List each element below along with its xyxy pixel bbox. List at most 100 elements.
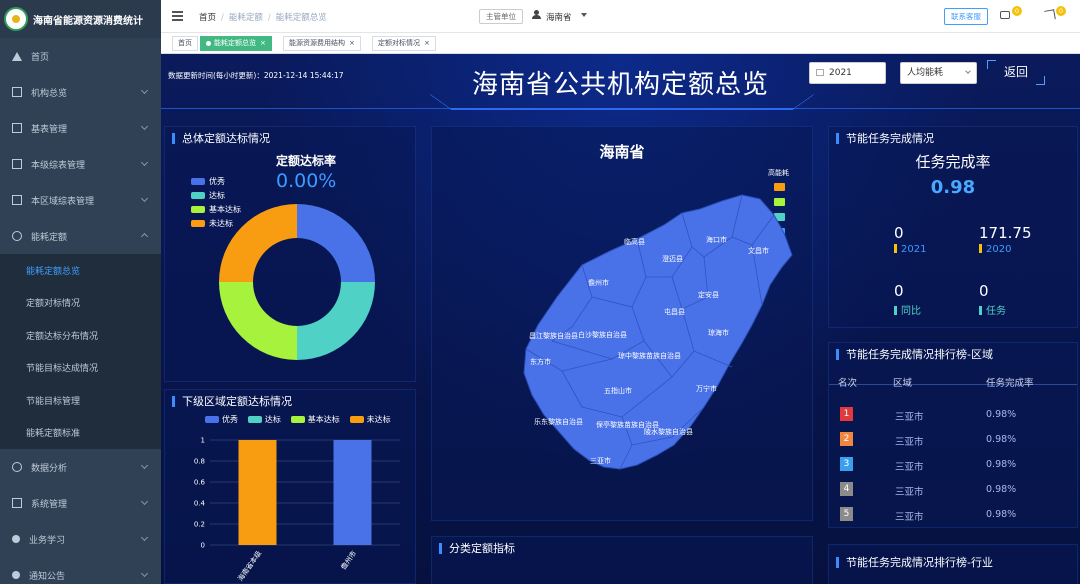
legend-item-excellent[interactable]: 优秀 <box>205 415 238 424</box>
sidebar-item-notice[interactable]: 通知公告 <box>0 557 161 584</box>
donut-slice-达标[interactable] <box>297 282 375 360</box>
donut-slice-优秀[interactable] <box>297 204 375 282</box>
breadcrumb-quota[interactable]: 能耗定额 <box>229 13 263 23</box>
caret-down-icon[interactable] <box>581 13 587 17</box>
sidebar-item-data-analysis[interactable]: 数据分析 <box>0 449 161 485</box>
ranking-header-rate: 任务完成率 <box>986 378 1034 389</box>
metric-select[interactable]: 人均能耗 <box>900 62 977 84</box>
map-region-label[interactable]: 乐东黎族自治县 <box>534 417 583 426</box>
stat-value: 0 <box>894 224 904 242</box>
rank-city: 三亚市 <box>895 462 924 473</box>
task-rate-value: 0.98 <box>930 177 976 198</box>
dashboard-header: 数据更新时间(每小时更新)：2021-12-14 15:44:17 海南省公共机… <box>161 54 1080 109</box>
ranking-row[interactable]: 5 三亚市 0.98% <box>829 502 1077 527</box>
sidebar-item-label: 系统管理 <box>31 499 68 510</box>
ranking-row[interactable]: 2 三亚市 0.98% <box>829 427 1077 452</box>
back-button[interactable]: 返回 <box>987 60 1045 85</box>
bar-legend: 优秀 达标 基本达标 未达标 <box>205 414 398 425</box>
hamburger-menu-icon[interactable] <box>172 11 183 23</box>
sidebar-item-label: 机构总览 <box>31 88 68 99</box>
sidebar-item-energy-quota[interactable]: 能耗定额 <box>0 218 161 254</box>
sidebar-item-learning[interactable]: 业务学习 <box>0 521 161 557</box>
sidebar-item-base-table[interactable]: 基表管理 <box>0 110 161 146</box>
close-icon[interactable]: × <box>349 39 355 47</box>
tab-energy-cost[interactable]: 能源资源费用结构 × <box>283 36 361 51</box>
legend-item-excellent[interactable]: 优秀 <box>191 175 241 189</box>
sidebar-subitem-target-management[interactable]: 节能目标管理 <box>0 384 161 417</box>
send-icon[interactable] <box>1044 10 1054 20</box>
sidebar-item-level-table[interactable]: 本级综表管理 <box>0 146 161 182</box>
tab-home[interactable]: 首页 <box>172 36 198 51</box>
stat-marker <box>894 244 897 253</box>
map-region-label[interactable]: 儋州市 <box>588 278 609 287</box>
map-region-label[interactable]: 五指山市 <box>604 386 632 395</box>
legend-label: 达标 <box>264 415 281 424</box>
panel-title: 总体定额达标情况 <box>172 133 270 144</box>
donut-slice-基本达标[interactable] <box>219 282 297 360</box>
y-tick-label: 0.6 <box>194 479 206 487</box>
sidebar-item-label: 首页 <box>31 52 50 63</box>
map-region-label[interactable]: 三亚市 <box>590 456 611 465</box>
bar-海南省本级-未达标[interactable] <box>238 440 277 545</box>
legend-swatch <box>191 178 205 185</box>
sidebar-item-org-overview[interactable]: 机构总览 <box>0 74 161 110</box>
map-region-label[interactable]: 海口市 <box>706 235 727 244</box>
legend-item-fail[interactable]: 未达标 <box>349 415 391 424</box>
tab-quota-overview[interactable]: 能耗定额总览 × <box>200 36 272 51</box>
breadcrumb-home[interactable]: 首页 <box>199 13 216 23</box>
legend-label: 达标 <box>209 191 225 200</box>
legend-item-basic[interactable]: 基本达标 <box>290 415 340 424</box>
user-name[interactable]: 海南省 <box>546 11 572 23</box>
stat-label-text: 任务 <box>986 306 1006 317</box>
app-logo[interactable]: 海南省能源资源消费统计 <box>0 0 161 38</box>
calendar-icon <box>816 69 824 76</box>
location-icon <box>12 571 20 579</box>
map-region-label[interactable]: 屯昌县 <box>664 307 685 316</box>
legend-label: 基本达标 <box>307 415 340 424</box>
ranking-row[interactable]: 1 三亚市 0.98% <box>829 402 1077 427</box>
sidebar-subitem-quota-standard[interactable]: 能耗定额标准 <box>0 416 161 449</box>
contact-support-button[interactable]: 联系客服 <box>944 8 988 25</box>
map-region-label[interactable]: 澄迈县 <box>662 254 683 263</box>
close-icon[interactable]: × <box>260 39 266 47</box>
x-category-label: 海南省本级 <box>236 549 263 583</box>
sidebar-subitem-quota-overview[interactable]: 能耗定额总览 <box>0 254 161 287</box>
map-region-label[interactable]: 文昌市 <box>748 246 769 255</box>
sidebar-item-region-table[interactable]: 本区域综表管理 <box>0 182 161 218</box>
map-region-label[interactable]: 琼海市 <box>708 328 729 337</box>
map-region-label[interactable]: 琼中黎族苗族自治县 <box>618 351 681 360</box>
industry-ranking-panel: 节能任务完成情况排行榜-行业 <box>828 544 1078 584</box>
x-category-label: 儋州市 <box>339 549 358 571</box>
y-tick-label: 0.4 <box>194 500 206 508</box>
sidebar-subitem-quota-benchmark[interactable]: 定额对标情况 <box>0 286 161 319</box>
map-region-label[interactable]: 东方市 <box>530 357 551 366</box>
tab-quota-benchmark[interactable]: 定额对标情况 × <box>372 36 436 51</box>
sidebar-subitem-target-achievement[interactable]: 节能目标达成情况 <box>0 351 161 384</box>
map-region-label[interactable]: 万宁市 <box>696 384 717 393</box>
grid-icon <box>12 498 22 508</box>
year-select[interactable]: 2021 <box>809 62 886 84</box>
stat-label-text: 2021 <box>901 244 927 255</box>
region-ranking-panel: 节能任务完成情况排行榜-区域 名次 区域 任务完成率 1 三亚市 0.98% 2… <box>828 342 1078 528</box>
sidebar-subitem-quota-distribution[interactable]: 定额达标分布情况 <box>0 319 161 352</box>
close-icon[interactable]: × <box>424 39 430 47</box>
ranking-row[interactable]: 3 三亚市 0.98% <box>829 452 1077 477</box>
legend-item-pass[interactable]: 达标 <box>191 189 241 203</box>
legend-item-pass[interactable]: 达标 <box>247 415 281 424</box>
rank-rate: 0.98% <box>986 434 1017 445</box>
unit-button[interactable]: 主管单位 <box>479 9 523 24</box>
map-region-label[interactable]: 白沙黎族自治县 <box>578 330 627 339</box>
sidebar-item-home[interactable]: 首页 <box>0 38 161 74</box>
bar-儋州市-优秀[interactable] <box>333 440 372 545</box>
message-icon[interactable] <box>1000 11 1010 19</box>
donut-slice-未达标[interactable] <box>219 204 297 282</box>
map-region-label[interactable]: 陵水黎族自治县 <box>644 427 693 436</box>
sidebar-item-label: 本级综表管理 <box>31 160 86 171</box>
ranking-row[interactable]: 4 三亚市 0.98% <box>829 477 1077 502</box>
map-region-label[interactable]: 昌江黎族自治县 <box>529 331 578 340</box>
map-region-label[interactable]: 临高县 <box>624 237 645 246</box>
chevron-down-icon <box>140 158 149 167</box>
sidebar-item-system[interactable]: 系统管理 <box>0 485 161 521</box>
chevron-down-icon <box>140 569 149 578</box>
map-region-label[interactable]: 定安县 <box>698 290 719 299</box>
